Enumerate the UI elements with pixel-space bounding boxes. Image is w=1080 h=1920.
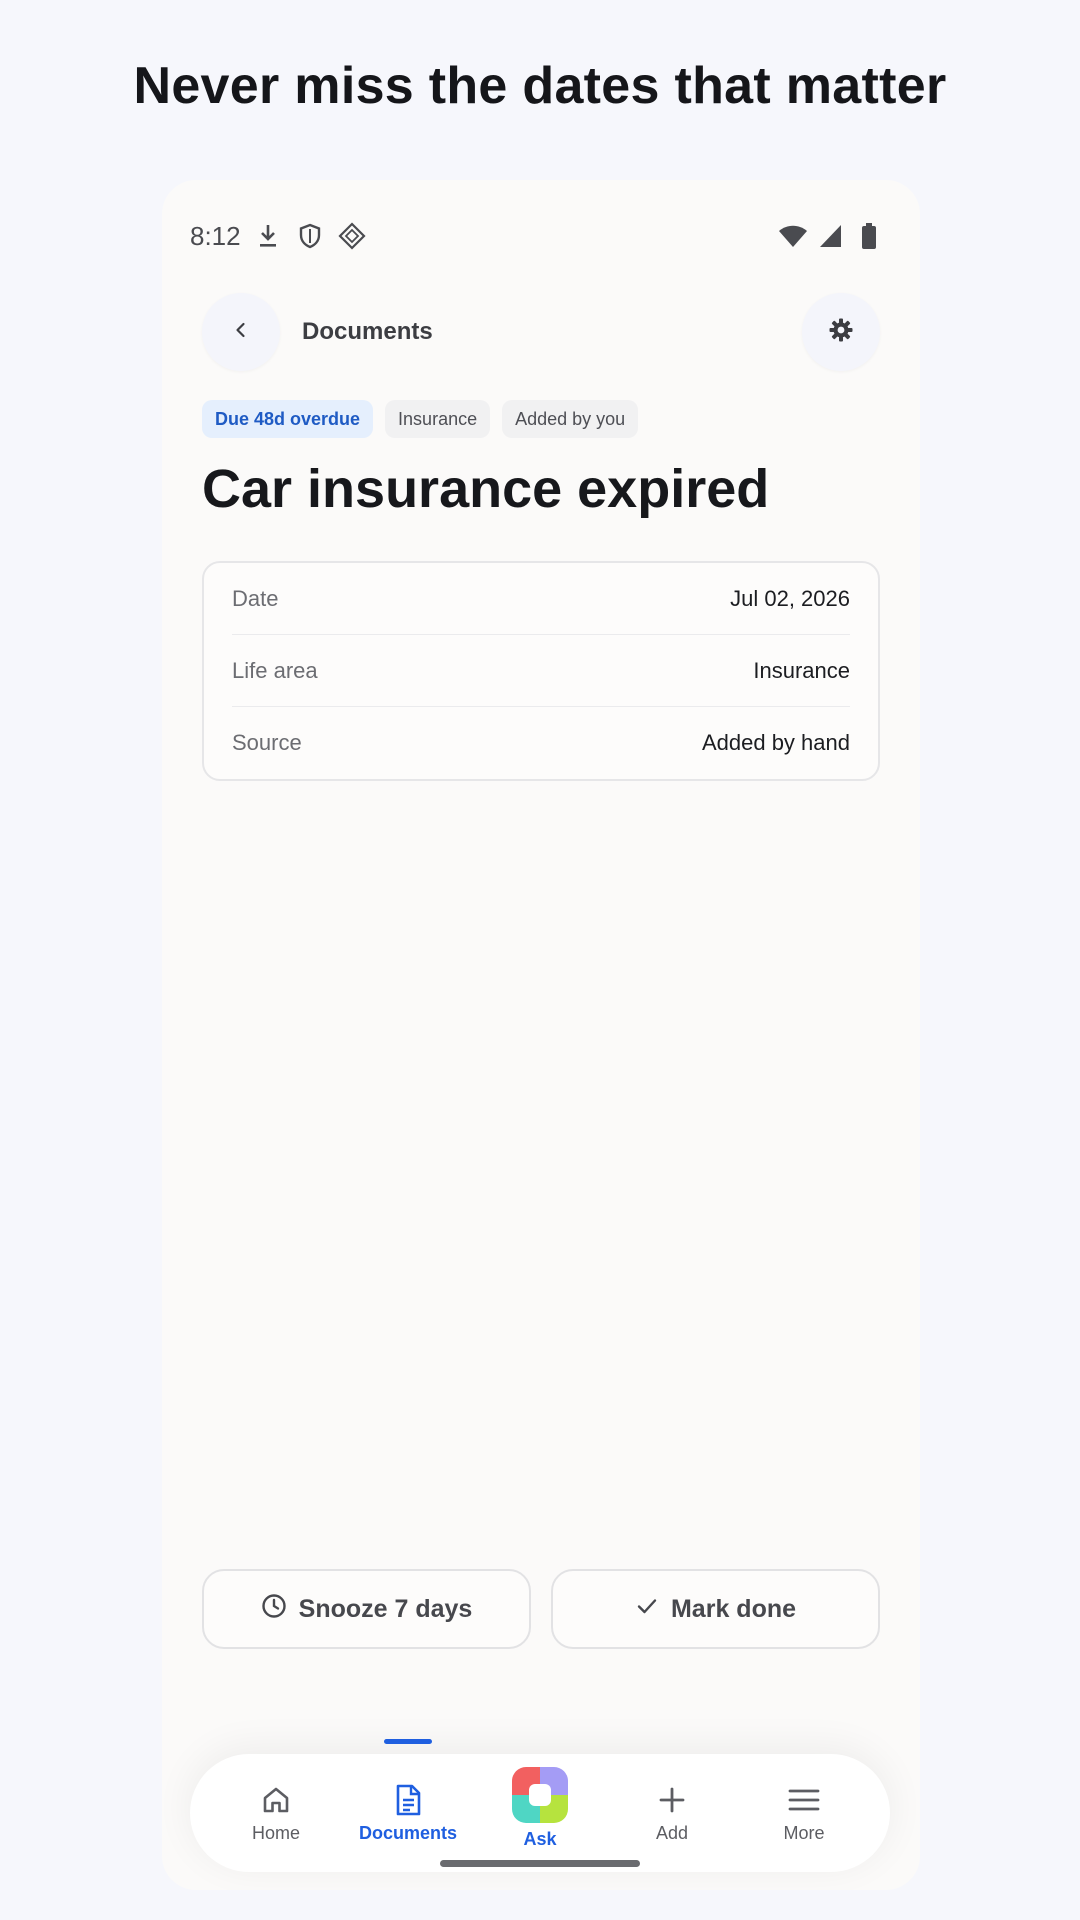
snooze-button[interactable]: Snooze 7 days — [202, 1569, 531, 1649]
detail-label: Source — [232, 730, 302, 755]
nav-item-documents[interactable]: Documents — [348, 1738, 468, 1844]
tag-chips: Due 48d overdue Insurance Added by you — [202, 400, 639, 438]
gear-icon — [828, 317, 854, 348]
detail-row-source: Source Added by hand — [232, 707, 850, 779]
nav-label: More — [783, 1822, 825, 1843]
bottom-navigation: Home Documents Ask Add More — [190, 1738, 890, 1872]
detail-label: Date — [232, 585, 279, 611]
download-icon — [253, 221, 283, 251]
shield-icon — [295, 221, 325, 251]
nav-item-add[interactable]: Add — [612, 1783, 732, 1844]
detail-value: Jul 02, 2026 — [730, 585, 850, 611]
detail-value: Added by hand — [701, 730, 850, 755]
top-app-bar: Documents — [202, 292, 880, 372]
mark-done-button[interactable]: Mark done — [551, 1569, 880, 1649]
nav-item-ask[interactable]: Ask — [480, 1766, 600, 1850]
clock-icon — [261, 1593, 287, 1626]
gesture-home-indicator[interactable] — [440, 1860, 640, 1867]
back-button[interactable] — [202, 293, 280, 371]
mark-done-label: Mark done — [670, 1594, 797, 1623]
due-status-chip: Due 48d overdue — [202, 400, 374, 438]
status-time: 8:12 — [190, 220, 241, 251]
nav-label: Home — [251, 1822, 300, 1843]
diamond-icon — [337, 221, 367, 251]
wifi-icon — [778, 221, 808, 251]
headline: Never miss the dates that matter — [133, 57, 947, 115]
action-buttons: Snooze 7 days Mark done — [202, 1569, 880, 1649]
nav-item-home[interactable]: Home — [216, 1783, 336, 1844]
nav-item-more[interactable]: More — [744, 1783, 864, 1844]
detail-row-life-area: Life area Insurance — [232, 635, 850, 707]
phone-screen: 8:12 Documents Due 48d overdue Insurance… — [162, 180, 920, 1890]
life-area-chip: Insurance — [385, 400, 491, 438]
document-icon — [391, 1783, 425, 1817]
signal-icon — [816, 221, 846, 251]
nav-label: Ask — [523, 1828, 557, 1849]
nav-label: Add — [655, 1822, 689, 1843]
page-title: Documents — [302, 318, 433, 345]
source-chip: Added by you — [502, 400, 639, 438]
detail-value: Insurance — [753, 657, 850, 683]
check-icon — [635, 1594, 659, 1625]
chevron-left-icon — [231, 320, 251, 345]
battery-icon — [854, 221, 884, 251]
menu-icon — [787, 1783, 821, 1817]
details-card: Date Jul 02, 2026 Life area Insurance So… — [202, 561, 880, 781]
plus-icon — [655, 1783, 689, 1817]
ask-logo-icon — [512, 1766, 568, 1823]
detail-label: Life area — [232, 657, 318, 683]
nav-label: Documents — [358, 1822, 457, 1843]
document-title: Car insurance expired — [202, 459, 770, 519]
settings-button[interactable] — [802, 293, 880, 371]
snooze-label: Snooze 7 days — [298, 1594, 473, 1623]
detail-row-date: Date Jul 02, 2026 — [232, 563, 850, 635]
home-icon — [259, 1783, 293, 1817]
status-bar: 8:12 — [190, 214, 884, 258]
active-tab-indicator — [384, 1738, 432, 1744]
